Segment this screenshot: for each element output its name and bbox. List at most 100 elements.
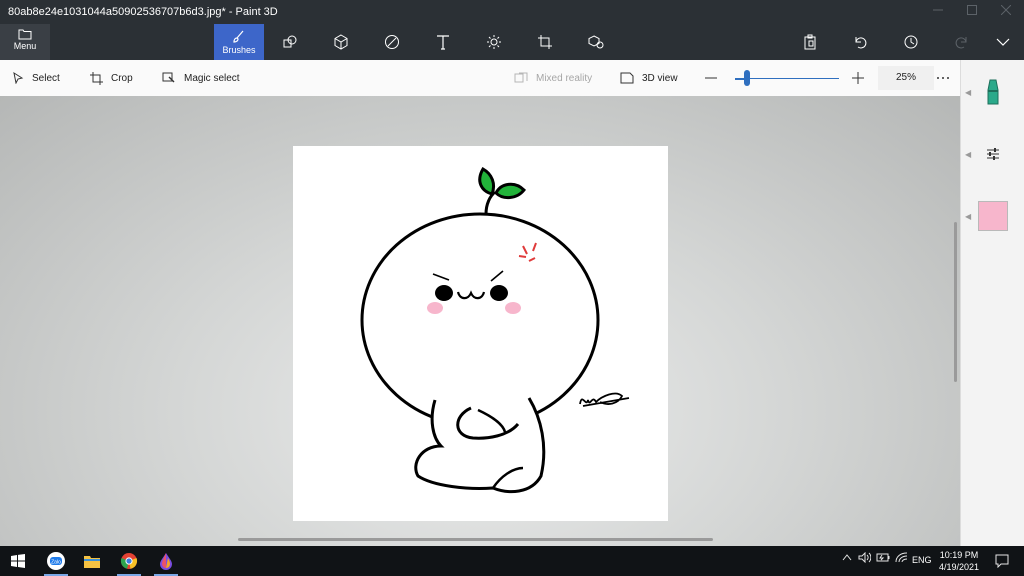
character-head [360, 212, 600, 428]
cursor-icon [13, 72, 24, 84]
show-hidden-icons-button[interactable] [842, 552, 852, 564]
zalo-icon: Zalo [47, 552, 65, 570]
active-tool-label: Brushes [222, 44, 256, 55]
effects-tool[interactable] [469, 24, 519, 60]
chevron-up-icon [842, 554, 852, 561]
text-tool[interactable] [418, 24, 468, 60]
left-eye [435, 285, 453, 301]
more-options-button[interactable] [936, 60, 950, 96]
horizontal-scrollbar[interactable] [238, 538, 713, 541]
minimize-button[interactable] [924, 2, 952, 22]
stickers-icon [385, 35, 399, 49]
sprout-stem [484, 190, 497, 215]
collapse-caret-icon: ◀ [965, 87, 972, 97]
crop-label: Crop [111, 72, 133, 84]
collapse-caret-icon: ◀ [965, 211, 972, 221]
system-clock[interactable]: 10:19 PM 4/19/2021 [936, 549, 982, 573]
undo-icon [855, 37, 867, 49]
plus-icon [852, 72, 864, 84]
selected-color-swatch[interactable] [978, 201, 1008, 231]
brush-preview[interactable]: ◀ [961, 62, 1024, 122]
right-blush [505, 302, 521, 314]
taskbar-file-explorer[interactable] [78, 549, 106, 573]
magic-select-icon [162, 72, 175, 83]
redo-button[interactable] [937, 24, 987, 60]
canvas[interactable] [293, 146, 668, 521]
menu-button[interactable]: Menu [0, 24, 50, 60]
magic-select-button[interactable]: Magic select [162, 60, 240, 96]
canvas-tool[interactable] [520, 24, 570, 60]
select-button[interactable]: Select [12, 60, 60, 96]
close-button[interactable] [992, 2, 1020, 22]
left-blush [427, 302, 443, 314]
undo-button[interactable] [835, 24, 885, 60]
crop-button[interactable]: Crop [90, 60, 133, 96]
wifi-icon [895, 552, 908, 563]
volume-icon[interactable] [858, 551, 872, 566]
input-language[interactable]: ENG [912, 555, 932, 565]
color-picker[interactable]: ◀ [961, 186, 1024, 246]
action-center-button[interactable] [988, 549, 1016, 573]
brushes-tool[interactable]: Brushes [214, 24, 264, 60]
3d-view-label: 3D view [642, 72, 678, 84]
2d-shapes-tool[interactable] [265, 24, 315, 60]
mixed-reality-button[interactable]: Mixed reality [514, 60, 592, 96]
artist-signature [579, 392, 630, 407]
start-button[interactable] [4, 549, 32, 573]
history-button[interactable] [886, 24, 936, 60]
svg-text:Zalo: Zalo [51, 560, 61, 566]
paste-button[interactable] [785, 24, 835, 60]
canvas-icon [538, 35, 552, 49]
battery-icon[interactable] [876, 552, 890, 565]
network-icon[interactable] [895, 552, 908, 566]
tool-options-bar: Select Crop Magic select Mixed reality 3… [0, 60, 960, 97]
title-bar: 80ab8e24e1031044a50902536707b6d3.jpg* - … [0, 0, 1024, 24]
sprout-leaf-right [494, 182, 526, 199]
redo-icon [955, 37, 967, 49]
taskbar: Zalo ENG 10:19 PM 4/19/2021 [0, 546, 1024, 576]
folder-icon [18, 29, 32, 40]
chrome-icon [120, 553, 138, 569]
right-eye [490, 285, 508, 301]
window-title: 80ab8e24e1031044a50902536707b6d3.jpg* - … [8, 6, 278, 18]
expand-icon [996, 38, 1010, 46]
zoom-slider-track [750, 78, 839, 79]
zoom-in-button[interactable] [852, 60, 864, 96]
brush-settings[interactable]: ◀ [961, 124, 1024, 184]
mixed-reality-label: Mixed reality [536, 72, 593, 84]
sprout-leaf-left [478, 166, 496, 196]
zoom-slider-thumb[interactable] [744, 70, 750, 86]
workspace[interactable] [0, 96, 960, 546]
taskbar-paint-3d[interactable] [152, 549, 180, 576]
windows-logo-icon [11, 554, 25, 568]
taskbar-chrome[interactable] [115, 549, 143, 576]
3d-shapes-tool[interactable] [316, 24, 366, 60]
vertical-scrollbar[interactable] [954, 222, 957, 382]
3d-shapes-icon [334, 34, 348, 50]
clock-date: 4/19/2021 [938, 562, 980, 572]
3d-view-button[interactable]: 3D view [620, 60, 678, 96]
select-label: Select [32, 72, 60, 84]
3d-view-icon [620, 72, 634, 84]
mixed-reality-icon [514, 72, 528, 83]
brushes-icon [233, 30, 244, 43]
side-panel: ◀ ◀ ◀ [960, 60, 1024, 546]
battery-plug-icon [876, 553, 890, 562]
taskbar-zalo[interactable]: Zalo [42, 549, 70, 576]
ellipsis-icon [937, 77, 949, 79]
magic-select-label: Magic select [184, 72, 240, 84]
maximize-button[interactable] [958, 2, 986, 22]
menu-label: Menu [13, 41, 37, 51]
speaker-icon [858, 551, 872, 564]
3d-library-tool[interactable] [571, 24, 621, 60]
zoom-value[interactable]: 25% [878, 66, 934, 90]
stickers-tool[interactable] [367, 24, 417, 60]
close-icon [1000, 4, 1012, 16]
collapse-caret-icon: ◀ [965, 149, 972, 159]
zoom-out-button[interactable] [705, 60, 717, 96]
sliders-icon [987, 148, 999, 160]
effects-icon [487, 35, 501, 49]
history-icon [904, 35, 918, 49]
expand-button[interactable] [982, 24, 1024, 60]
zoom-slider[interactable] [735, 70, 839, 86]
